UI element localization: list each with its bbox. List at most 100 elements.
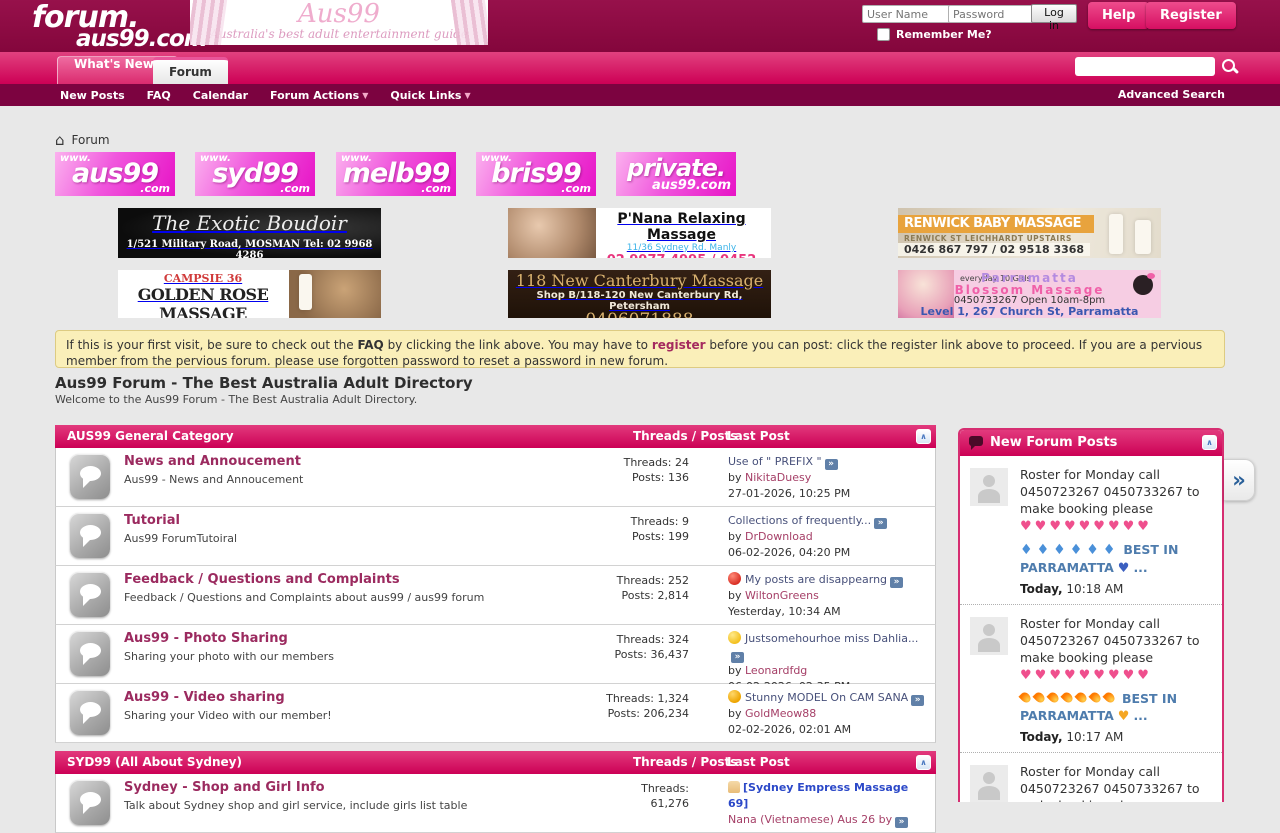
ad-pnana-massage[interactable]: P'Nana Relaxing Massage 11/36 Sydney Rd.… <box>508 208 771 258</box>
ad-blossom-massage[interactable]: everyday 10 Girls Parramatta Blossom Mas… <box>898 270 1161 318</box>
goto-last-post-icon[interactable] <box>911 695 924 706</box>
last-post-user[interactable]: WiltonGreens <box>745 589 819 602</box>
advanced-search-link[interactable]: Advanced Search <box>1118 88 1225 101</box>
site-logo-domain[interactable]: aus99.com <box>76 26 207 52</box>
post-excerpt: Roster for Monday call 0450723267 045073… <box>1020 467 1200 516</box>
page-subtitle: Welcome to the Aus99 Forum - The Best Au… <box>55 393 417 406</box>
register-link[interactable]: register <box>652 338 706 352</box>
last-post-title[interactable]: Use of " PREFIX " <box>728 455 822 468</box>
page-title: Aus99 Forum - The Best Australia Adult D… <box>55 374 473 392</box>
sub-navigation: New Posts FAQ Calendar Forum Actions▼ Qu… <box>0 84 1280 106</box>
ad-renwick-baby-massage[interactable]: RENWICK BABY MASSAGE RENWICK ST LEICHHAR… <box>898 208 1161 258</box>
post-time: Today, 10:18 AM <box>1020 582 1215 596</box>
star-struck-emoji-icon <box>728 690 741 703</box>
forum-link[interactable]: Aus99 - Video sharing <box>124 690 285 705</box>
banner-melb99[interactable]: www. melb99 .com <box>336 152 456 196</box>
ad-118-new-canterbury-massage[interactable]: 118 New Canterbury Massage Shop B/118-12… <box>508 270 771 318</box>
search-icon <box>1222 59 1235 72</box>
heart-icons <box>1020 667 1152 682</box>
forum-link[interactable]: News and Annoucement <box>124 454 301 469</box>
last-post-user[interactable]: DrDownload <box>745 530 813 543</box>
banner-brand: Aus99 <box>190 1 488 27</box>
faq-link[interactable]: FAQ <box>357 338 383 352</box>
candle-graphic <box>1109 214 1123 254</box>
sidebar-post[interactable]: Roster for Monday call 0450723267 045073… <box>960 456 1222 605</box>
forum-icon <box>70 513 110 558</box>
goto-last-post-icon[interactable] <box>874 518 887 529</box>
collapse-sidebar-button[interactable]: ∧ <box>1202 435 1217 450</box>
username-input[interactable] <box>862 5 950 23</box>
ad-photo <box>508 208 596 258</box>
last-post-title[interactable]: Stunny MODEL On CAM SANA <box>745 691 908 704</box>
help-button[interactable]: Help <box>1088 2 1149 29</box>
first-visit-notice: If this is your first visit, be sure to … <box>55 330 1225 368</box>
cartoon-head-graphic <box>1133 275 1153 295</box>
last-post-title[interactable]: Collections of frequently... <box>728 514 871 527</box>
forum-link[interactable]: Sydney - Shop and Girl Info <box>124 780 325 795</box>
last-post-user[interactable]: GoldMeow88 <box>745 707 816 720</box>
last-post: [Sydney Empress Massage 69] Nana (Vietna… <box>728 780 930 828</box>
password-input[interactable] <box>948 5 1036 23</box>
curtain-graphic <box>190 0 227 45</box>
ad-exotic-boudoir[interactable]: The Exotic Boudoir 1/521 Military Road, … <box>118 208 381 258</box>
login-button[interactable]: Log in <box>1031 4 1077 23</box>
forum-row-feedback: Feedback / Questions and Complaints Feed… <box>55 566 936 625</box>
goto-last-post-icon[interactable] <box>890 577 903 588</box>
last-post: Collections of frequently... by DrDownlo… <box>728 513 930 561</box>
last-post-title[interactable]: My posts are disappearng <box>745 573 887 586</box>
collapse-category-button[interactable]: ∧ <box>916 755 931 770</box>
last-post-user[interactable]: Nana (Vietnamese) Aus 26 by <box>728 813 892 826</box>
last-post-title[interactable]: [Sydney Empress Massage 69] <box>728 781 908 810</box>
avatar <box>970 617 1008 655</box>
goto-last-post-icon[interactable] <box>731 652 744 663</box>
register-button[interactable]: Register <box>1146 2 1236 29</box>
last-post-user[interactable]: Leonardfdg <box>745 664 807 677</box>
nav-calendar[interactable]: Calendar <box>193 89 248 102</box>
forum-link[interactable]: Feedback / Questions and Complaints <box>124 572 400 587</box>
banner-aus99[interactable]: www. aus99 .com <box>55 152 175 196</box>
chevron-down-icon: ▼ <box>362 91 368 100</box>
home-icon[interactable]: ⌂ <box>55 131 65 149</box>
header-banner-ad[interactable]: Aus99 Australia's best adult entertainme… <box>190 0 488 45</box>
forum-link[interactable]: Tutorial <box>124 513 180 528</box>
last-post-user[interactable]: NikitaDuesy <box>745 471 811 484</box>
remember-me[interactable]: Remember Me? <box>877 28 992 41</box>
sidebar-post[interactable]: Roster for Monday call 0450723267 045073… <box>960 605 1222 753</box>
sidebar-post[interactable]: Roster for Monday call 0450723267 045073… <box>960 753 1222 802</box>
post-time: Today, 10:17 AM <box>1020 730 1215 744</box>
remember-checkbox[interactable] <box>877 28 890 41</box>
goto-last-post-icon[interactable] <box>825 459 838 470</box>
nav-faq[interactable]: FAQ <box>147 89 171 102</box>
search-button[interactable] <box>1214 56 1242 78</box>
nav-new-posts[interactable]: New Posts <box>60 89 125 102</box>
post-accent-line: BEST IN PARRAMATTA ... <box>1020 690 1215 725</box>
last-post: Use of " PREFIX " by NikitaDuesy 27-01-2… <box>728 454 930 502</box>
banner-bris99[interactable]: www. bris99 .com <box>476 152 596 196</box>
angry-emoji-icon <box>728 572 741 585</box>
nav-quick-links[interactable]: Quick Links▼ <box>390 89 470 102</box>
banner-syd99[interactable]: www. syd99 .com <box>195 152 315 196</box>
chevron-down-icon: ▼ <box>464 91 470 100</box>
forum-icon <box>70 572 110 617</box>
banner-private-aus99[interactable]: private. aus99.com <box>616 152 736 196</box>
sidebar-slide-toggle[interactable]: » <box>1224 459 1255 501</box>
goto-last-post-icon[interactable] <box>895 817 908 828</box>
tab-forum[interactable]: Forum <box>153 57 228 84</box>
breadcrumb-forum[interactable]: Forum <box>72 133 110 147</box>
new-forum-posts-panel: New Forum Posts ∧ Roster for Monday call… <box>958 428 1224 802</box>
search-input[interactable] <box>1075 57 1215 76</box>
forum-icon <box>70 631 110 676</box>
collapse-category-button[interactable]: ∧ <box>916 429 931 444</box>
candle-graphic <box>1135 220 1151 254</box>
last-post-title[interactable]: Justsomehourhoe miss Dahlia... <box>745 632 918 645</box>
last-post: Stunny MODEL On CAM SANA by GoldMeow88 0… <box>728 690 930 738</box>
ad-golden-rose-massage[interactable]: CAMPSIE 36 GOLDEN ROSE MASSAGE 36 NORTH … <box>118 270 381 318</box>
top-header: forum. aus99.com Aus99 Australia's best … <box>0 0 1280 52</box>
curtain-graphic <box>451 0 488 45</box>
post-excerpt: Roster for Monday call 0450723267 045073… <box>1020 616 1200 665</box>
col-last-post: Last Post <box>727 429 790 443</box>
nav-forum-actions[interactable]: Forum Actions▼ <box>270 89 368 102</box>
forum-link[interactable]: Aus99 - Photo Sharing <box>124 631 288 646</box>
ad-photo <box>289 270 381 318</box>
forum-stats: Threads:61,276 <box>526 781 689 811</box>
